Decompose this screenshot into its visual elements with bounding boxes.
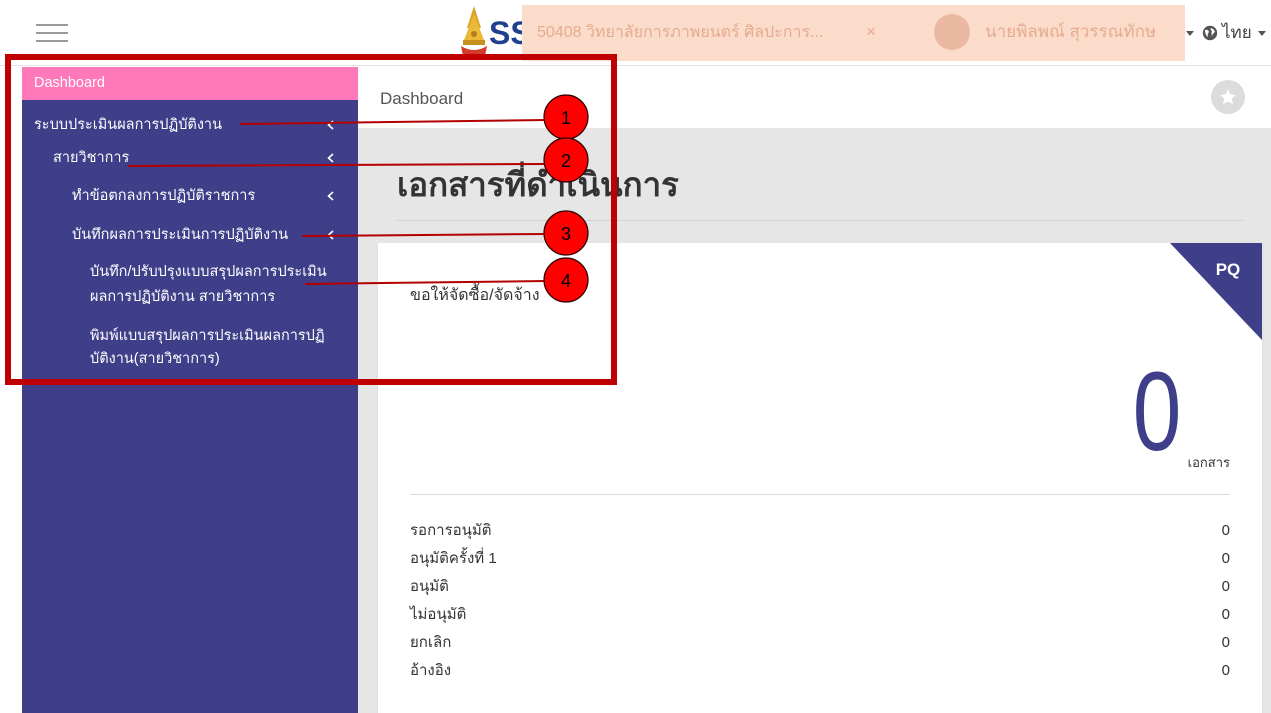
sidebar-item-label: ทำข้อตกลงการปฏิบัติราชการ xyxy=(72,188,256,204)
hamburger-line xyxy=(36,32,68,34)
hamburger-icon[interactable] xyxy=(36,24,68,42)
status-value: 0 xyxy=(1221,606,1230,623)
status-value: 0 xyxy=(1221,578,1230,595)
language-selector[interactable]: ไทย xyxy=(1222,22,1252,44)
document-count-unit: เอกสาร xyxy=(1187,455,1230,470)
chevron-left-icon xyxy=(327,153,334,163)
app-window: SS 50408 วิทยาลัยการภาพยนตร์ ศิลปะการ...… xyxy=(0,0,1271,713)
sidebar: Dashboard ระบบประเมินผลการปฏิบัติงาน สาย… xyxy=(22,67,358,713)
globe-icon[interactable] xyxy=(1202,25,1218,41)
status-list: รอการอนุมัติ 0 อนุมัติครั้งที่ 1 0 อนุมั… xyxy=(410,517,1230,685)
sidebar-item-record-evaluation[interactable]: บันทึกผลการประเมินการปฏิบัติงาน xyxy=(22,223,358,247)
divider xyxy=(397,220,1243,221)
org-selector[interactable]: 50408 วิทยาลัยการภาพยนตร์ ศิลปะการ... xyxy=(537,23,862,43)
sidebar-item-dashboard[interactable]: Dashboard xyxy=(22,67,358,100)
sidebar-item-edit-summary-form[interactable]: บันทึก/ปรับปรุงแบบสรุปผลการประเมิน ผลการ… xyxy=(22,260,358,310)
app-logo[interactable]: SS xyxy=(458,4,532,62)
status-value: 0 xyxy=(1221,522,1230,539)
top-navbar: SS 50408 วิทยาลัยการภาพยนตร์ ศิลปะการ...… xyxy=(0,0,1271,66)
sidebar-item-label: บันทึกผลการประเมินการปฏิบัติงาน xyxy=(72,227,289,243)
status-row-pending: รอการอนุมัติ 0 xyxy=(410,517,1230,545)
status-row-reference: อ้างอิง 0 xyxy=(410,657,1230,685)
card-title[interactable]: ขอให้จัดซื้อ/จัดจ้าง xyxy=(410,284,540,308)
sidebar-item-label: ระบบประเมินผลการปฏิบัติงาน xyxy=(34,117,222,133)
status-label: อนุมัติครั้งที่ 1 xyxy=(410,550,497,567)
favorite-button[interactable] xyxy=(1211,80,1245,114)
status-row-approved: อนุมัติ 0 xyxy=(410,573,1230,601)
status-label: รอการอนุมัติ xyxy=(410,522,492,539)
sidebar-item-label: สายวิชาการ xyxy=(53,150,130,166)
language-caret-icon[interactable] xyxy=(1258,31,1266,36)
sidebar-item-label: พิมพ์แบบสรุปผลการประเมินผลการปฏิ xyxy=(90,328,325,344)
divider xyxy=(410,494,1230,495)
chevron-left-icon xyxy=(327,230,334,240)
user-menu-caret-icon[interactable] xyxy=(1186,31,1194,36)
status-label: ยกเลิก xyxy=(410,634,452,651)
status-label: อ้างอิง xyxy=(410,662,452,679)
redacted-user-context: 50408 วิทยาลัยการภาพยนตร์ ศิลปะการ... × … xyxy=(522,5,1185,61)
avatar[interactable] xyxy=(934,14,970,50)
sidebar-item-performance-agreement[interactable]: ทำข้อตกลงการปฏิบัติราชการ xyxy=(22,184,358,208)
sidebar-item-performance-evaluation[interactable]: ระบบประเมินผลการปฏิบัติงาน xyxy=(22,113,358,137)
sidebar-item-label: บัติงาน(สายวิชาการ) xyxy=(90,351,220,367)
card-corner-ribbon xyxy=(1170,243,1262,340)
sidebar-item-label: บันทึก/ปรับปรุงแบบสรุปผลการประเมิน xyxy=(90,264,327,280)
chevron-left-icon xyxy=(327,120,334,130)
breadcrumb: Dashboard xyxy=(358,67,1271,128)
sidebar-item-label: ผลการปฏิบัติงาน สายวิชาการ xyxy=(90,289,276,305)
org-clear-button[interactable]: × xyxy=(866,22,876,42)
emblem-icon xyxy=(461,6,487,59)
status-row-first-approval: อนุมัติครั้งที่ 1 0 xyxy=(410,545,1230,573)
status-label: ไม่อนุมัติ xyxy=(410,606,467,623)
main-content: เอกสารที่ดำเนินการ PQ ขอให้จัดซื้อ/จัดจ้… xyxy=(358,128,1271,713)
page-title: เอกสารที่ดำเนินการ xyxy=(397,166,679,203)
hamburger-line xyxy=(36,40,68,42)
status-value: 0 xyxy=(1221,634,1230,651)
sidebar-item-print-summary-form[interactable]: พิมพ์แบบสรุปผลการประเมินผลการปฏิ บัติงาน… xyxy=(22,325,358,371)
status-row-rejected: ไม่อนุมัติ 0 xyxy=(410,601,1230,629)
user-name[interactable]: นายพิลพณ์ สุวรรณทักษ xyxy=(985,22,1181,42)
hamburger-line xyxy=(36,24,68,26)
chevron-left-icon xyxy=(327,191,334,201)
sidebar-item-academic-staff[interactable]: สายวิชาการ xyxy=(22,146,358,170)
status-value: 0 xyxy=(1221,550,1230,567)
document-count: 0 xyxy=(1132,349,1182,474)
star-icon xyxy=(1220,89,1236,105)
status-label: อนุมัติ xyxy=(410,578,449,595)
breadcrumb-current: Dashboard xyxy=(380,89,464,108)
purchase-request-card: PQ ขอให้จัดซื้อ/จัดจ้าง 0 เอกสาร รอการอน… xyxy=(378,243,1262,713)
card-badge: PQ xyxy=(1215,260,1241,279)
status-value: 0 xyxy=(1221,662,1230,679)
status-row-cancelled: ยกเลิก 0 xyxy=(410,629,1230,657)
